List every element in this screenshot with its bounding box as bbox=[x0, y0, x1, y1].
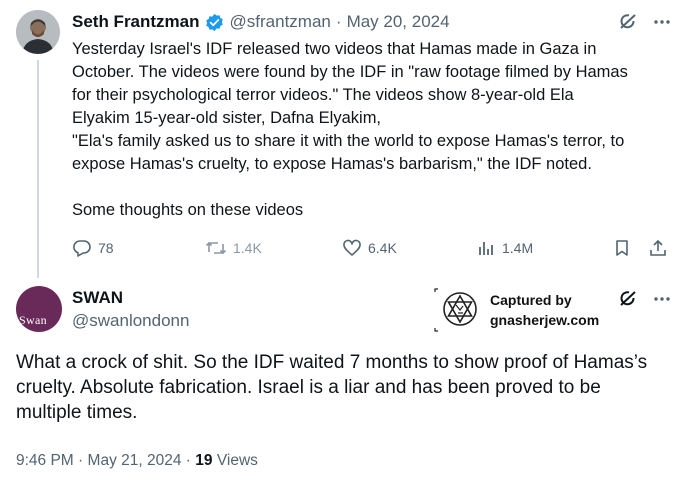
author-name[interactable]: Seth Frantzman bbox=[72, 12, 200, 32]
reply-author-avatar[interactable]: Swan bbox=[16, 286, 62, 332]
reply-views-label: Views bbox=[216, 452, 258, 469]
reply-date[interactable]: May 21, 2024 bbox=[88, 452, 182, 469]
reply-button[interactable]: 78 bbox=[72, 236, 114, 260]
tweet-action-bar: 78 1.4K 6.4K 1.4M bbox=[72, 236, 672, 260]
repost-icon bbox=[205, 241, 227, 255]
more-icon[interactable] bbox=[652, 289, 672, 309]
reply-views-count: 19 bbox=[195, 452, 213, 469]
reply-text: What a crock of shit. So the IDF waited … bbox=[16, 352, 648, 423]
grok-icon[interactable] bbox=[618, 289, 638, 309]
bookmark-icon bbox=[616, 240, 628, 256]
separator-dot: · bbox=[185, 452, 191, 469]
reply-top-actions bbox=[618, 289, 672, 309]
share-button[interactable] bbox=[648, 236, 668, 260]
watermark-line-1: Captured by bbox=[490, 292, 572, 308]
tweet-header: Seth Frantzman @sfrantzman · May 20, 202… bbox=[72, 10, 450, 34]
reply-icon bbox=[73, 240, 91, 257]
repost-button[interactable]: 1.4K bbox=[205, 236, 262, 260]
separator-dot: · bbox=[78, 452, 84, 469]
tweet-main[interactable]: Seth Frantzman @sfrantzman · May 20, 202… bbox=[0, 0, 680, 278]
reply-author-handle[interactable]: @swanlondonn bbox=[72, 311, 189, 331]
verified-badge-icon bbox=[205, 13, 223, 31]
tweet-top-actions bbox=[618, 12, 672, 32]
grok-icon[interactable] bbox=[618, 12, 638, 32]
tweet-text-followup: Some thoughts on these videos bbox=[72, 201, 304, 219]
reply-time[interactable]: 9:46 PM bbox=[16, 452, 74, 469]
views-count: 1.4M bbox=[502, 240, 534, 256]
like-icon bbox=[343, 239, 361, 256]
tweet-reply[interactable]: Swan SWAN @swanlondonn Captured by gnash… bbox=[0, 278, 680, 484]
avatar-photo bbox=[16, 10, 60, 54]
reply-meta: 9:46 PM · May 21, 2024 · 19 Views bbox=[16, 452, 258, 470]
repost-count: 1.4K bbox=[233, 240, 262, 256]
views-button[interactable]: 1.4M bbox=[476, 236, 533, 260]
watermark-line-2: gnasherjew.com bbox=[490, 312, 600, 328]
separator-dot: · bbox=[335, 12, 342, 31]
reply-author-name[interactable]: SWAN bbox=[72, 288, 123, 308]
tweet-text: Yesterday Israel's IDF released two vide… bbox=[72, 38, 668, 222]
author-avatar[interactable] bbox=[16, 10, 60, 54]
bookmark-button[interactable] bbox=[612, 236, 632, 260]
watermark: Captured by gnasherjew.com bbox=[432, 288, 612, 332]
reply-count: 78 bbox=[98, 240, 114, 256]
author-handle[interactable]: @sfrantzman bbox=[230, 12, 331, 32]
like-button[interactable]: 6.4K bbox=[342, 236, 397, 260]
like-count: 6.4K bbox=[368, 240, 397, 256]
tweet-date[interactable]: May 20, 2024 bbox=[347, 12, 450, 32]
more-icon[interactable] bbox=[652, 12, 672, 32]
share-icon bbox=[650, 239, 666, 256]
avatar-logo-text: Swan bbox=[19, 313, 47, 327]
views-icon bbox=[479, 242, 493, 255]
star-of-david-logo-icon bbox=[434, 288, 477, 332]
thread-connector bbox=[37, 60, 39, 278]
tweet-text-main: Yesterday Israel's IDF released two vide… bbox=[72, 40, 628, 173]
